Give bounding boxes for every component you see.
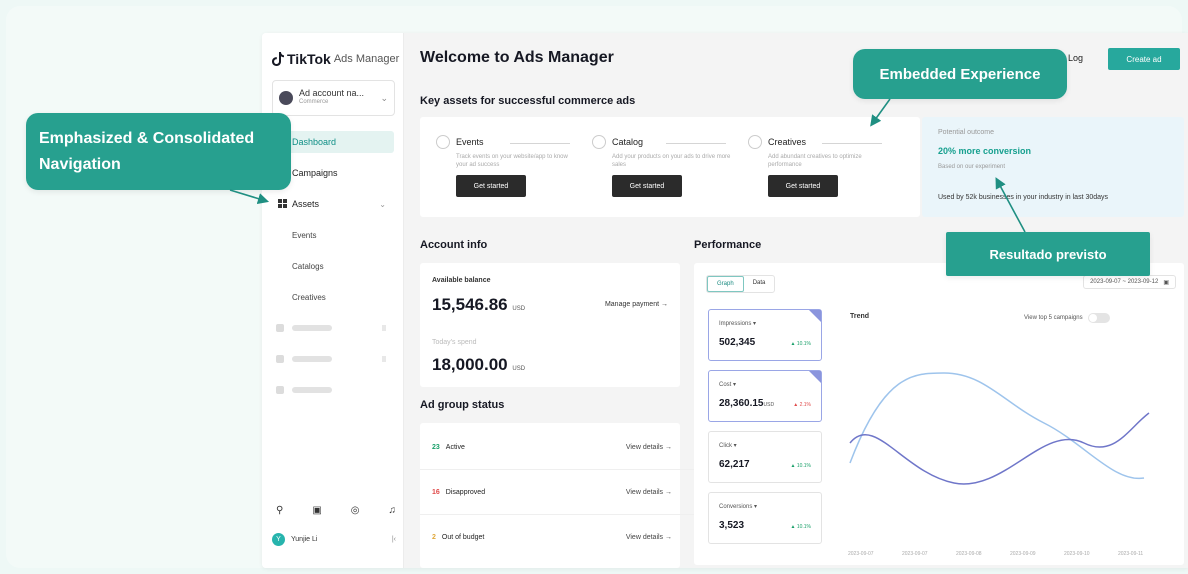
account-avatar [279, 91, 293, 105]
key-assets-card: Events Track events on your website/app … [420, 117, 920, 217]
status-row-disapproved: 16 Disapproved View details → [432, 488, 672, 496]
outcome-label: Potential outcome [938, 129, 995, 136]
account-type: Commerce [299, 99, 329, 105]
trend-label: Trend [850, 313, 870, 320]
get-started-button[interactable]: Get started [768, 175, 838, 197]
main-content: Welcome to Ads Manager Log Create ad Key… [404, 33, 1188, 568]
trend-chart: 2023-09-07 2023-09-07 2023-09-08 2023-09-09… [848, 372, 1150, 557]
status-row-out-of-budget: 2 Out of budget View details → [432, 533, 672, 541]
callout-resultado: Resultado previsto [946, 232, 1150, 276]
spend-value: 18,000.00 USD [432, 355, 526, 374]
metric-card-click[interactable]: Click ▾ 62,217 ▲ 10.1% [708, 431, 822, 483]
account-name: Ad account na... [299, 88, 365, 98]
status-row-active: 23 Active View details → [432, 443, 672, 451]
outcome-sub: Based on our experiment [938, 164, 1006, 170]
asset-desc: Add your products on your ads to drive m… [612, 154, 731, 168]
chevron-down-icon: ⌄ [380, 92, 388, 103]
toggle-switch[interactable] [1087, 313, 1110, 323]
page-title: Welcome to Ads Manager [420, 49, 614, 66]
step-circle-icon [436, 135, 450, 149]
tab-data[interactable]: Data [744, 276, 775, 292]
sidebar-item-label: Assets [292, 199, 320, 209]
notification-icon[interactable]: ♫ [388, 505, 396, 516]
potential-outcome-card: Potential outcome 20% more conversion Ba… [922, 117, 1184, 217]
performance-title: Performance [694, 239, 762, 251]
callout-navigation: Emphasized & Consolidated Navigation [26, 113, 291, 190]
view-top-toggle[interactable]: View top 5 campaigns [1024, 313, 1110, 323]
sidebar-item-blurred[interactable] [276, 386, 386, 394]
sidebar-subitem-catalogs[interactable]: Catalogs [292, 262, 324, 271]
step-circle-icon [748, 135, 762, 149]
asset-desc: Add abundant creatives to optimize perfo… [768, 154, 862, 168]
sidebar-item-label: Campaigns [292, 168, 338, 178]
view-details-link[interactable]: View details → [626, 534, 672, 541]
collapse-icon[interactable]: |‹ [392, 536, 396, 543]
series-line-light [849, 372, 1145, 480]
selected-corner-icon [809, 310, 821, 322]
sidebar-item-blurred[interactable] [276, 324, 386, 332]
ads-manager-window: TikTok Ads Manager Ad account na... Comm… [262, 33, 1188, 568]
calendar-icon: ▣ [1163, 279, 1169, 286]
sidebar-item-label: Dashboard [292, 137, 337, 147]
ad-group-status-card: 23 Active View details → 16 Disapproved … [420, 423, 696, 568]
sidebar-subitem-events[interactable]: Events [292, 231, 316, 240]
outcome-used-by: Used by 52k businesses in your industry … [938, 194, 1109, 201]
create-ad-button[interactable]: Create ad [1108, 48, 1180, 70]
metric-card-conversions[interactable]: Conversions ▾ 3,523 ▲ 10.1% [708, 492, 822, 544]
sidebar-item-blurred[interactable] [276, 355, 386, 363]
performance-card: Graph Data 2023-09-07 ~ 2023-09-12 ▣ Imp… [694, 263, 1184, 565]
sidebar-subitem-creatives[interactable]: Creatives [292, 293, 326, 302]
avatar: Y [272, 533, 285, 546]
balance-value: 15,546.86 USD [432, 295, 526, 314]
ad-group-status-title: Ad group status [420, 399, 505, 411]
x-tick-label: 2023-09-09 [1010, 551, 1036, 557]
view-details-link[interactable]: View details → [626, 444, 672, 451]
chevron-down-icon: ⌄ [379, 199, 386, 209]
step-circle-icon [592, 135, 606, 149]
x-tick-label: 2023-09-11 [1118, 551, 1143, 557]
get-started-button[interactable]: Get started [456, 175, 526, 197]
tab-graph[interactable]: Graph [707, 276, 744, 292]
x-tick-label: 2023-09-07 [902, 551, 928, 557]
x-tick-label: 2023-09-07 [848, 551, 874, 557]
outcome-value: 20% more conversion [938, 146, 1032, 156]
user-name: Yunjie Li [291, 536, 318, 543]
user-profile[interactable]: Y Yunjie Li |‹ [272, 533, 396, 546]
gift-icon[interactable]: ▣ [312, 505, 321, 516]
balance-label: Available balance [432, 277, 491, 284]
asset-desc: Track events on your website/app to know… [456, 154, 568, 168]
account-selector[interactable]: Ad account na... Commerce ⌄ [272, 80, 395, 116]
series-line-dark [849, 412, 1150, 485]
asset-title: Creatives [768, 137, 807, 147]
selected-corner-icon [809, 371, 821, 383]
callout-embedded: Embedded Experience [853, 49, 1067, 99]
x-tick-label: 2023-09-08 [956, 551, 982, 557]
key-assets-title: Key assets for successful commerce ads [420, 95, 636, 107]
sidebar-tools: ⚲ ▣ ◎ ♫ [276, 505, 396, 516]
asset-title: Catalog [612, 137, 644, 147]
help-icon[interactable]: ◎ [351, 505, 360, 516]
manage-payment-link[interactable]: Manage payment → [605, 301, 668, 308]
view-tabs: Graph Data [706, 275, 776, 293]
sidebar-item-assets[interactable]: Assets ⌄ [272, 193, 394, 215]
log-link[interactable]: Log [1068, 53, 1083, 63]
x-tick-label: 2023-09-10 [1064, 551, 1090, 557]
account-info-title: Account info [420, 239, 488, 251]
asset-title: Events [456, 137, 484, 147]
tiktok-logo-icon [272, 52, 284, 66]
metric-card-impressions[interactable]: Impressions ▾ 502,345 ▲ 10.1% [708, 309, 822, 361]
grid-icon [278, 199, 287, 208]
spend-label: Today's spend [432, 339, 477, 346]
brand-logo[interactable]: TikTok Ads Manager [272, 51, 399, 67]
brand-sub: Ads Manager [333, 53, 400, 65]
view-details-link[interactable]: View details → [626, 489, 672, 496]
get-started-button[interactable]: Get started [612, 175, 682, 197]
date-range-picker[interactable]: 2023-09-07 ~ 2023-09-12 ▣ [1083, 275, 1176, 289]
search-icon[interactable]: ⚲ [276, 505, 283, 516]
account-info-card: Available balance 15,546.86 USD Manage p… [420, 263, 680, 387]
metric-card-cost[interactable]: Cost ▾ 28,360.15USD ▲ 2.1% [708, 370, 822, 422]
brand-name: TikTok [287, 51, 331, 67]
